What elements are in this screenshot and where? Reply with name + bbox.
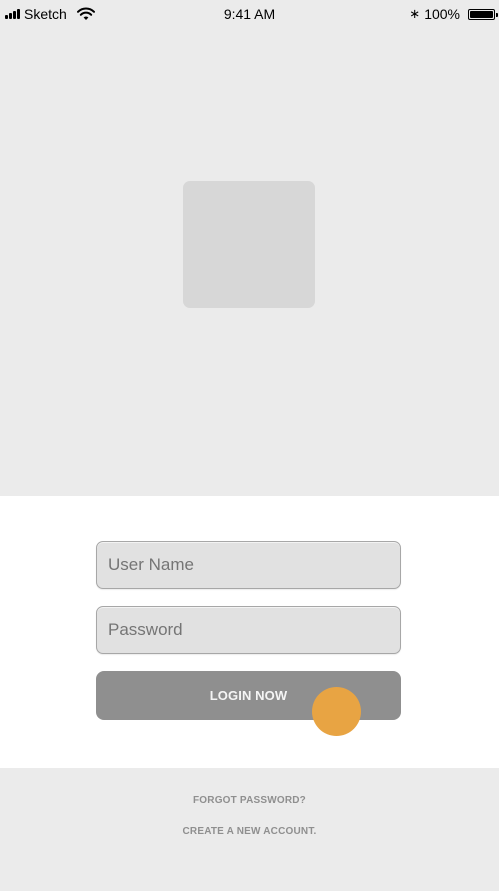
login-screen: Sketch 9:41 AM ∗ 100% L [0,0,499,891]
username-input[interactable] [96,541,401,589]
create-account-link[interactable]: CREATE A NEW ACCOUNT. [0,826,499,837]
account-links-area: FORGOT PASSWORD? CREATE A NEW ACCOUNT. [0,768,499,891]
status-bar: Sketch 9:41 AM ∗ 100% [0,0,499,28]
touch-indicator [312,687,361,736]
logo-placeholder [183,181,315,308]
battery-icon [468,8,498,20]
bluetooth-icon: ∗ [409,6,421,21]
battery-percentage: 100% [424,6,460,22]
battery-cap [496,12,498,17]
login-button-label: LOGIN NOW [209,688,288,703]
hero-area: Sketch 9:41 AM ∗ 100% [0,0,499,496]
password-input[interactable] [96,606,401,654]
forgot-password-link[interactable]: FORGOT PASSWORD? [0,795,499,806]
battery-fill [470,10,493,18]
status-right: ∗ 100% [409,0,498,28]
login-form: LOGIN NOW [0,496,499,768]
